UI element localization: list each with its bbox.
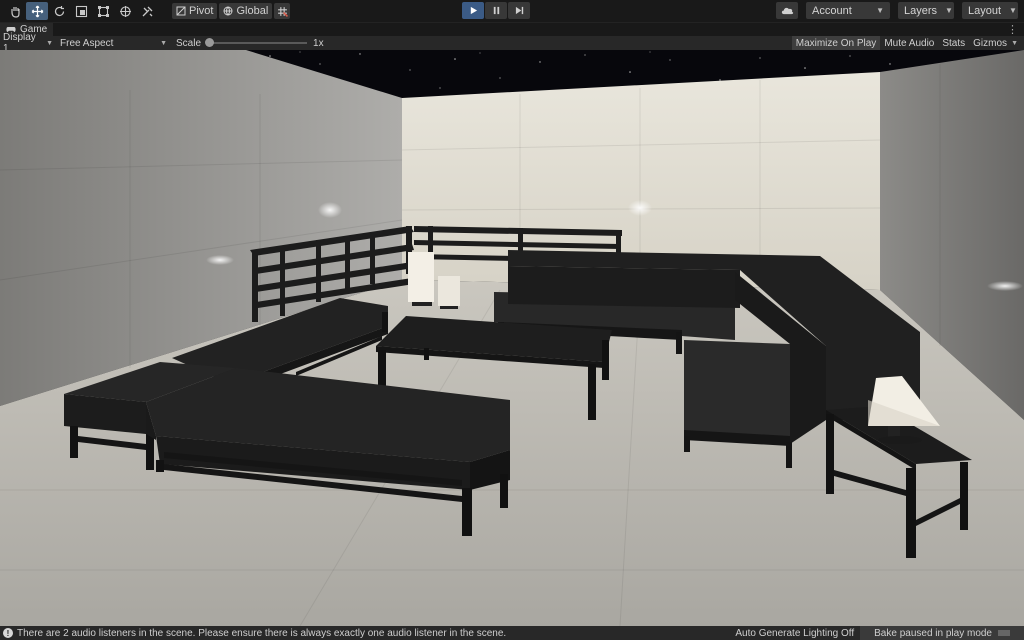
chevron-down-icon: ▼ (1009, 6, 1017, 15)
pause-icon (493, 6, 499, 15)
layout-dropdown[interactable]: Layout ▼ (962, 2, 1018, 19)
cloud-button[interactable] (776, 2, 798, 19)
maximize-on-play-toggle[interactable]: Maximize On Play (791, 36, 881, 50)
layout-label: Layout (968, 4, 1002, 17)
scale-slider-knob[interactable] (205, 38, 215, 47)
aspect-dropdown[interactable]: Free Aspect ▼ (56, 36, 170, 50)
bake-status[interactable]: Bake paused in play mode (860, 626, 1024, 640)
pivot-label: Pivot (189, 5, 214, 17)
scale-label: Scale (176, 37, 202, 49)
step-icon (515, 6, 523, 15)
global-toggle[interactable]: Global (219, 3, 273, 19)
game-render (0, 50, 1024, 626)
account-label: Account (812, 4, 852, 17)
rotate-tool-icon[interactable] (48, 2, 70, 20)
custom-tool-icon[interactable] (136, 2, 158, 20)
main-toolbar: Pivot Global Account ▼ Layers ▼ Layout ▼ (0, 0, 1024, 22)
display-dropdown[interactable]: Display 1 ▼ (0, 32, 56, 54)
stats-toggle[interactable]: Stats (938, 36, 969, 50)
window-tabbar: Game ⋮ (0, 22, 1024, 37)
console-message[interactable]: There are 2 audio listeners in the scene… (17, 628, 506, 639)
game-toolbar-right: Maximize On Play Mute Audio Stats Gizmos… (791, 36, 1022, 50)
mute-audio-label: Mute Audio (884, 37, 935, 49)
scale-slider[interactable] (205, 38, 308, 47)
toolbar-right: Account ▼ Layers ▼ Layout ▼ (776, 2, 1018, 19)
chevron-down-icon: ▼ (876, 6, 884, 15)
pivot-controls: Pivot Global (172, 3, 291, 19)
move-tool-icon[interactable] (26, 2, 48, 20)
pause-button[interactable] (485, 2, 507, 19)
transform-tools (4, 2, 158, 20)
game-viewport[interactable] (0, 50, 1024, 626)
gizmos-label: Gizmos (973, 37, 1008, 49)
playmode-controls (462, 2, 530, 19)
chevron-down-icon: ▼ (160, 39, 167, 47)
pivot-toggle[interactable]: Pivot (172, 3, 218, 19)
scale-value: 1x (313, 37, 324, 49)
kebab-menu-icon[interactable]: ⋮ (1007, 23, 1018, 37)
mute-audio-toggle[interactable]: Mute Audio (880, 36, 938, 50)
chevron-down-icon: ▼ (945, 6, 953, 15)
gizmos-dropdown[interactable]: Gizmos ▼ (969, 36, 1022, 50)
transform-tool-icon[interactable] (114, 2, 136, 20)
status-right: Auto Generate Lighting Off Bake paused i… (729, 626, 1024, 640)
layers-label: Layers (904, 4, 938, 17)
stats-label: Stats (942, 37, 966, 49)
scale-tool-icon[interactable] (70, 2, 92, 20)
rect-tool-icon[interactable] (92, 2, 114, 20)
grid-snap-icon (277, 6, 289, 17)
bake-progress-bar (998, 630, 1010, 636)
globe-icon (223, 6, 233, 16)
aspect-label: Free Aspect (60, 37, 114, 49)
status-bar: ! There are 2 audio listeners in the sce… (0, 626, 1024, 640)
step-button[interactable] (508, 2, 530, 19)
grid-snap-toggle[interactable] (274, 3, 291, 19)
lighting-status[interactable]: Auto Generate Lighting Off (729, 628, 860, 639)
hand-tool-icon[interactable] (4, 2, 26, 20)
game-toolbar: Display 1 ▼ Free Aspect ▼ Scale 1x Maxim… (0, 32, 1024, 54)
bake-label: Bake paused in play mode (874, 627, 992, 639)
layers-dropdown[interactable]: Layers ▼ (898, 2, 954, 19)
chevron-down-icon: ▼ (46, 39, 53, 47)
account-dropdown[interactable]: Account ▼ (806, 2, 890, 19)
global-label: Global (236, 5, 269, 17)
maximize-on-play-label: Maximize On Play (795, 37, 877, 49)
info-icon: ! (3, 628, 13, 638)
scale-control: Scale 1x (170, 36, 327, 50)
play-button[interactable] (462, 2, 484, 19)
cloud-icon (781, 7, 793, 15)
play-icon (470, 6, 477, 15)
chevron-down-icon: ▼ (1011, 39, 1018, 47)
pivot-icon (176, 6, 186, 16)
